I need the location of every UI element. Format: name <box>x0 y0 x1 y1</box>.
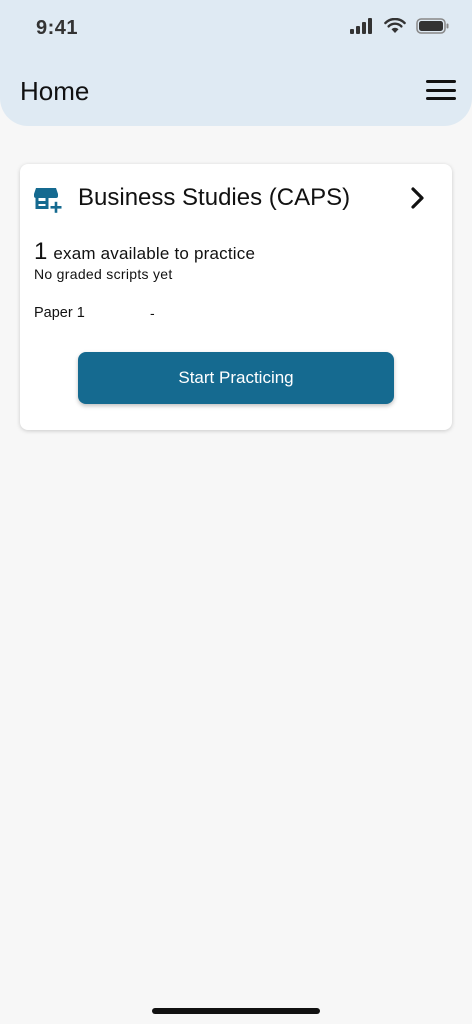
subject-card[interactable]: Business Studies (CAPS) 1 exam available… <box>20 164 452 430</box>
app-header: 9:41 Home <box>0 0 472 126</box>
status-icons <box>350 18 450 34</box>
paper-row: Paper 1 - <box>34 305 334 325</box>
page-title: Home <box>20 76 90 106</box>
home-indicator <box>152 1008 320 1014</box>
exam-availability: 1 exam available to practice <box>34 238 255 266</box>
paper-score: - <box>150 305 155 321</box>
exam-availability-text: exam available to practice <box>53 244 256 263</box>
hamburger-menu-icon[interactable] <box>426 76 458 104</box>
graded-scripts-status: No graded scripts yet <box>34 266 173 282</box>
status-bar: 9:41 <box>0 0 472 58</box>
exam-count: 1 <box>34 238 48 265</box>
wifi-icon <box>384 18 406 33</box>
battery-icon <box>416 18 449 34</box>
chevron-right-icon[interactable] <box>408 186 428 210</box>
start-practicing-button[interactable]: Start Practicing <box>78 352 394 404</box>
home-screen: 9:41 Home Business Studies (CAPS) 1 exam… <box>0 0 472 1024</box>
paper-name: Paper 1 <box>34 305 85 321</box>
subject-title: Business Studies (CAPS) <box>78 184 351 211</box>
status-time: 9:41 <box>36 17 79 39</box>
store-add-icon <box>34 188 62 213</box>
cellular-signal-icon <box>350 18 372 34</box>
